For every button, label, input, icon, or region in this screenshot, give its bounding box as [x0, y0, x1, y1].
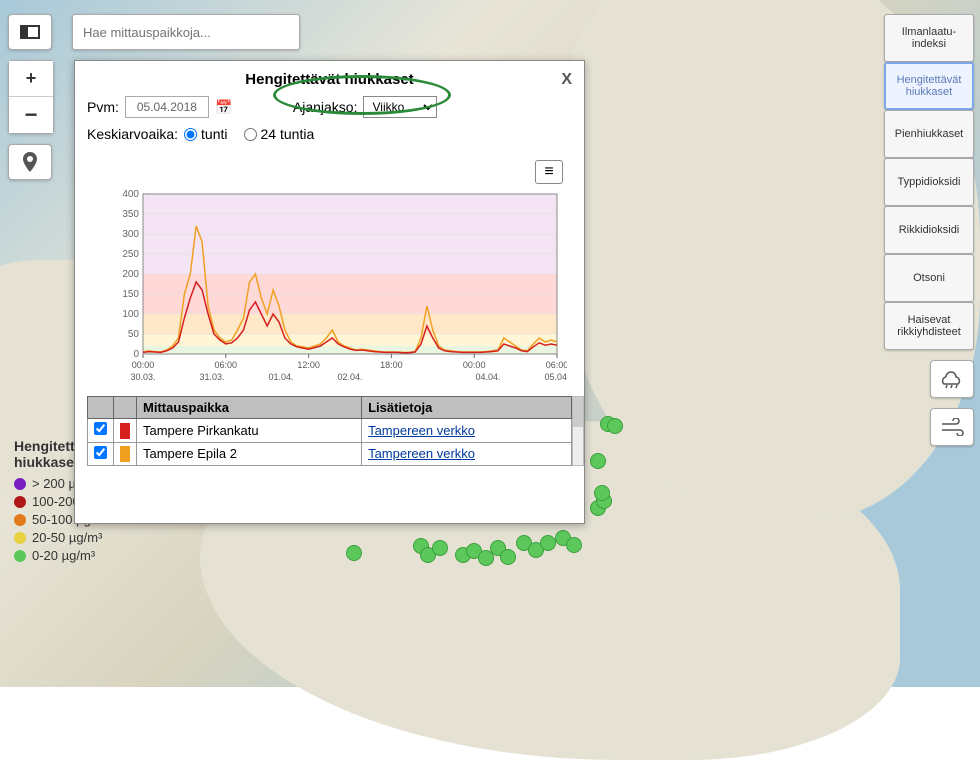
svg-text:100: 100: [122, 309, 139, 320]
layer-button-2[interactable]: Pienhiukkaset: [884, 110, 974, 158]
layer-button-0[interactable]: Ilmanlaatu-indeksi: [884, 14, 974, 62]
svg-text:0: 0: [133, 349, 139, 360]
layer-button-6[interactable]: Haisevat rikkiyhdisteet: [884, 302, 974, 350]
svg-text:00:00: 00:00: [132, 360, 155, 370]
station-marker[interactable]: [540, 535, 556, 551]
svg-text:05.04.: 05.04.: [544, 372, 567, 382]
station-table-wrap: Mittauspaikka Lisätietoja Tampere Pirkan…: [87, 396, 572, 466]
station-link[interactable]: Tampereen verkko: [362, 442, 572, 466]
legend-row: 0-20 µg/m³: [14, 548, 117, 563]
series-color-swatch: [120, 446, 130, 462]
station-marker[interactable]: [594, 485, 610, 501]
legend-dot: [14, 532, 26, 544]
table-scrollbar[interactable]: [572, 396, 584, 466]
svg-text:150: 150: [122, 289, 139, 300]
fullscreen-button[interactable]: [8, 14, 52, 50]
station-marker[interactable]: [590, 453, 606, 469]
legend-label: 20-50 µg/m³: [32, 530, 102, 545]
layer-button-5[interactable]: Otsoni: [884, 254, 974, 302]
svg-text:300: 300: [122, 229, 139, 240]
wind-icon: [940, 418, 964, 436]
legend-dot: [14, 496, 26, 508]
svg-text:200: 200: [122, 269, 139, 280]
zoom-out-button[interactable]: −: [9, 97, 53, 133]
svg-text:400: 400: [122, 189, 139, 200]
station-marker[interactable]: [607, 418, 623, 434]
row-checkbox[interactable]: [94, 422, 107, 435]
avg-hour-radio[interactable]: tunti: [184, 126, 227, 142]
svg-text:12:00: 12:00: [297, 360, 320, 370]
wind-button[interactable]: [930, 408, 974, 446]
legend-title-2: hiukkaset: [14, 454, 79, 470]
station-marker[interactable]: [432, 540, 448, 556]
layer-button-1[interactable]: Hengitettävät hiukkaset: [884, 62, 974, 110]
layer-button-3[interactable]: Typpidioksidi: [884, 158, 974, 206]
precipitation-button[interactable]: [930, 360, 974, 398]
avg-24h-radio[interactable]: 24 tuntia: [244, 126, 315, 142]
svg-text:30.03.: 30.03.: [130, 372, 155, 382]
avg-label: Keskiarvoaika:: [87, 126, 178, 142]
calendar-icon[interactable]: 📅: [215, 98, 233, 116]
svg-text:01.04.: 01.04.: [268, 372, 293, 382]
rain-icon: [940, 369, 964, 389]
table-row: Tampere Epila 2 Tampereen verkko: [88, 442, 572, 466]
chart-menu-button[interactable]: ≡: [535, 160, 563, 184]
station-name: Tampere Epila 2: [137, 442, 362, 466]
chart: 0 50 100 150 200 250 300 350 400 00:00 06:00 12:00 1…: [87, 188, 567, 388]
station-table: Mittauspaikka Lisätietoja Tampere Pirkan…: [87, 396, 572, 466]
layer-panel: Ilmanlaatu-indeksiHengitettävät hiukkase…: [884, 14, 974, 446]
svg-text:250: 250: [122, 249, 139, 260]
svg-text:50: 50: [128, 329, 140, 340]
row-checkbox[interactable]: [94, 446, 107, 459]
th-info: Lisätietoja: [362, 397, 572, 419]
th-station: Mittauspaikka: [137, 397, 362, 419]
svg-text:06:00: 06:00: [215, 360, 238, 370]
period-label: Ajanjakso:: [293, 99, 358, 115]
dialog-title: Hengitettävät hiukkaset: [245, 71, 413, 88]
close-button[interactable]: X: [561, 71, 572, 89]
station-name: Tampere Pirkankatu: [137, 419, 362, 443]
svg-text:04.04.: 04.04.: [475, 372, 500, 382]
pin-icon: [23, 152, 37, 172]
date-label: Pvm:: [87, 99, 119, 115]
svg-text:06:00: 06:00: [546, 360, 567, 370]
station-marker[interactable]: [500, 549, 516, 565]
legend-dot: [14, 478, 26, 490]
station-marker[interactable]: [566, 537, 582, 553]
svg-text:18:00: 18:00: [380, 360, 403, 370]
series-color-swatch: [120, 423, 130, 439]
svg-text:00:00: 00:00: [463, 360, 486, 370]
svg-text:350: 350: [122, 209, 139, 220]
legend-label: 0-20 µg/m³: [32, 548, 95, 563]
fullscreen-icon: [20, 25, 40, 39]
legend-row: 20-50 µg/m³: [14, 530, 117, 545]
station-link[interactable]: Tampereen verkko: [362, 419, 572, 443]
legend-dot: [14, 550, 26, 562]
period-select[interactable]: Viikko: [363, 96, 437, 118]
date-input[interactable]: [125, 96, 209, 118]
layer-button-4[interactable]: Rikkidioksidi: [884, 206, 974, 254]
svg-text:31.03.: 31.03.: [199, 372, 224, 382]
station-marker[interactable]: [346, 545, 362, 561]
svg-text:02.04.: 02.04.: [337, 372, 362, 382]
table-row: Tampere Pirkankatu Tampereen verkko: [88, 419, 572, 443]
search-input[interactable]: [72, 14, 300, 50]
legend-dot: [14, 514, 26, 526]
locate-button[interactable]: [8, 144, 52, 180]
zoom-in-button[interactable]: +: [9, 61, 53, 97]
chart-dialog: Hengitettävät hiukkaset X Pvm: 📅 Ajanjak…: [74, 60, 585, 524]
